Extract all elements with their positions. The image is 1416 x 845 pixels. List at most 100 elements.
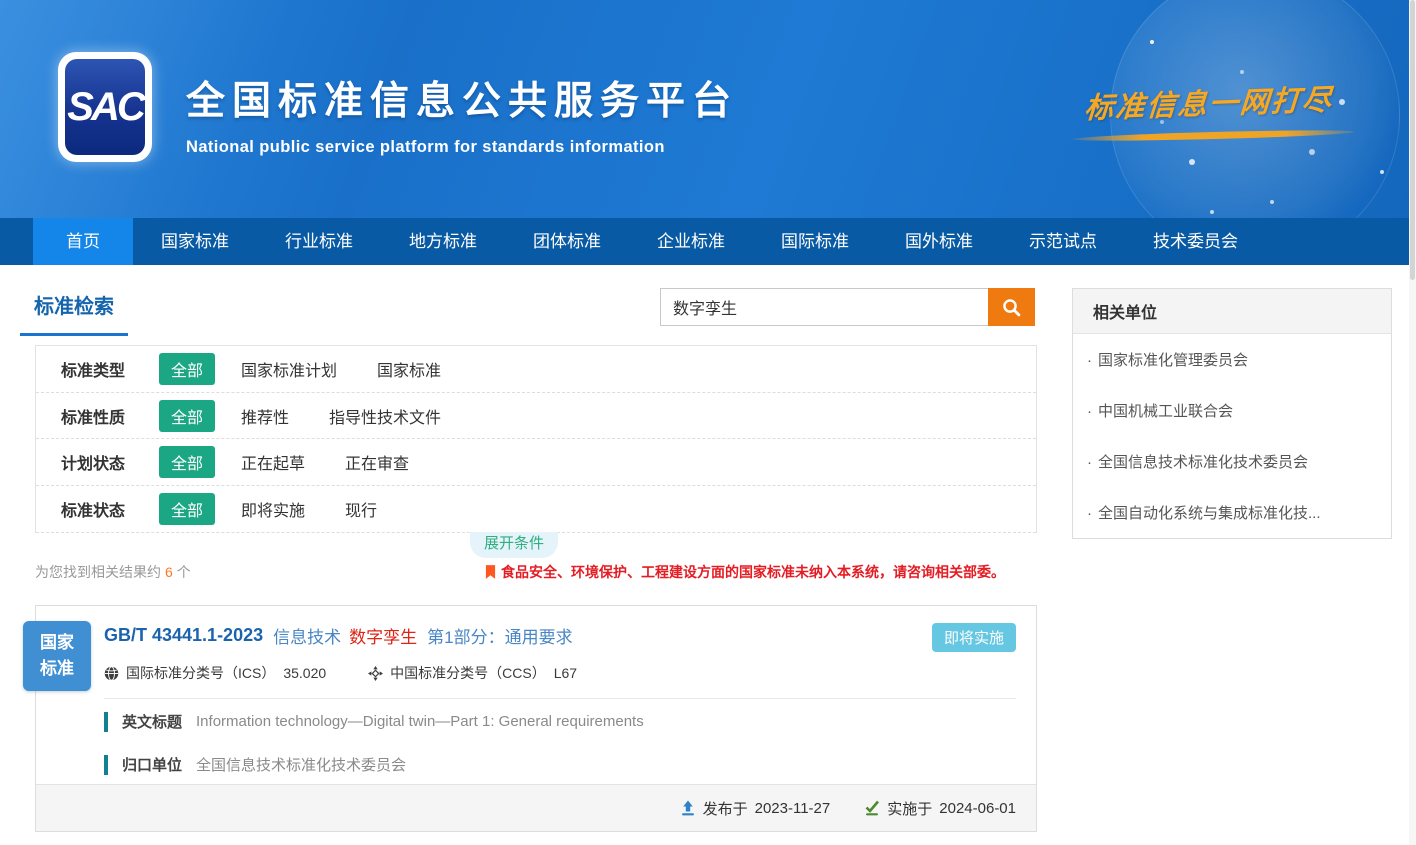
standard-title-highlight[interactable]: 数字孪生: [349, 623, 417, 648]
page: SAC 全国标准信息公共服务平台 National public service…: [0, 0, 1416, 845]
filter-option[interactable]: 国家标准: [377, 357, 441, 381]
system-notice: 食品安全、环境保护、工程建设方面的国家标准未纳入本系统，请咨询相关部委。: [485, 562, 1005, 582]
filter-option[interactable]: 现行: [345, 497, 377, 521]
sidebar-item-it-standardization-committee[interactable]: 全国信息技术标准化技术委员会: [1073, 436, 1391, 487]
detail-label: 英文标题: [122, 711, 182, 732]
filter-all-button[interactable]: 全部: [159, 400, 215, 432]
nav-item-national-standards[interactable]: 国家标准: [133, 218, 257, 265]
nav-item-technical-committee[interactable]: 技术委员会: [1125, 218, 1266, 265]
result-count: 为您找到相关结果约6个: [35, 562, 191, 582]
sidebar-item-automation-committee[interactable]: 全国自动化系统与集成标准化技...: [1073, 487, 1391, 538]
detail-label: 归口单位: [122, 754, 182, 775]
ccs-value: L67: [554, 665, 577, 681]
search-box: [660, 288, 1035, 326]
sac-logo-inner: SAC: [65, 59, 145, 155]
filter-option[interactable]: 即将实施: [241, 497, 305, 521]
search-input[interactable]: [660, 288, 988, 326]
filter-label: 标准类型: [61, 357, 146, 381]
filter-panel: 标准类型 全部 国家标准计划 国家标准 标准性质 全部 推荐性 指导性技术文件 …: [35, 345, 1037, 533]
filter-option[interactable]: 正在审查: [345, 450, 409, 474]
national-standard-badge: 国家 标准: [23, 621, 91, 691]
ics-value: 35.020: [283, 665, 326, 681]
standard-title-part[interactable]: 第1部分：通用要求: [427, 623, 572, 648]
sidebar-item-machinery-federation[interactable]: 中国机械工业联合会: [1073, 385, 1391, 436]
sidebar-item-sac[interactable]: 国家标准化管理委员会: [1073, 334, 1391, 385]
standard-result-card: 国家 标准 GB/T 43441.1-2023 信息技术 数字孪生 第1部分：通…: [35, 605, 1037, 832]
site-title: 全国标准信息公共服务平台: [186, 70, 738, 126]
standard-title-part[interactable]: 信息技术: [273, 623, 341, 648]
sac-logo-text: SAC: [67, 85, 142, 130]
standard-title-line: GB/T 43441.1-2023 信息技术 数字孪生 第1部分：通用要求: [104, 623, 1016, 648]
implemented-date: 2024-06-01: [939, 800, 1016, 817]
filter-option[interactable]: 推荐性: [241, 404, 289, 428]
sidebar-title: 相关单位: [1073, 289, 1391, 334]
main-nav-list: 首页 国家标准 行业标准 地方标准 团体标准 企业标准 国际标准 国外标准 示范…: [33, 218, 1409, 265]
expand-conditions-button[interactable]: 展开条件: [470, 532, 558, 558]
implement-check-icon: [864, 800, 880, 816]
ccs-label: 中国标准分类号（CCS）: [390, 663, 546, 683]
status-badge: 即将实施: [932, 623, 1016, 652]
search-icon: [1002, 298, 1021, 317]
filter-row-standard-type: 标准类型 全部 国家标准计划 国家标准: [36, 346, 1036, 393]
card-footer: 发布于 2023-11-27 实施于 2024-06-01: [36, 784, 1036, 831]
result-count-prefix: 为您找到相关结果约: [35, 564, 161, 580]
filter-row-plan-status: 计划状态 全部 正在起草 正在审查: [36, 439, 1036, 486]
site-subtitle: National public service platform for sta…: [186, 138, 738, 157]
nav-item-pilot[interactable]: 示范试点: [1001, 218, 1125, 265]
ics-label: 国际标准分类号（ICS）: [126, 663, 275, 683]
slogan: 标准信息一网打尽: [1085, 80, 1375, 139]
search-button[interactable]: [988, 288, 1035, 326]
filter-all-button[interactable]: 全部: [159, 493, 215, 525]
scrollbar-thumb[interactable]: [1410, 0, 1415, 280]
nav-item-group-standards[interactable]: 团体标准: [505, 218, 629, 265]
related-units-sidebar: 相关单位 国家标准化管理委员会 中国机械工业联合会 全国信息技术标准化技术委员会…: [1072, 288, 1392, 539]
detail-row-committee: 归口单位 全国信息技术标准化技术委员会: [104, 754, 1016, 775]
result-count-number: 6: [165, 564, 173, 580]
publish-upload-icon: [680, 800, 696, 816]
result-info-line: 为您找到相关结果约6个 食品安全、环境保护、工程建设方面的国家标准未纳入本系统，…: [35, 562, 1037, 582]
header-banner: SAC 全国标准信息公共服务平台 National public service…: [0, 0, 1409, 218]
implemented-label: 实施于: [887, 798, 932, 819]
standard-code-link[interactable]: GB/T 43441.1-2023: [104, 625, 263, 646]
result-count-suffix: 个: [177, 564, 191, 580]
nav-item-foreign-standards[interactable]: 国外标准: [877, 218, 1001, 265]
filter-label: 计划状态: [61, 450, 146, 474]
card-details: 英文标题 Information technology—Digital twin…: [36, 699, 1036, 775]
implemented-date-item: 实施于 2024-06-01: [864, 798, 1016, 819]
filter-option[interactable]: 正在起草: [241, 450, 305, 474]
filter-label: 标准状态: [61, 497, 146, 521]
tab-standard-search[interactable]: 标准检索: [20, 290, 128, 336]
filter-row-standard-status: 标准状态 全部 即将实施 现行: [36, 486, 1036, 533]
globe-dots-decoration: [1150, 40, 1154, 44]
system-notice-text: 食品安全、环境保护、工程建设方面的国家标准未纳入本系统，请咨询相关部委。: [501, 562, 1005, 582]
nav-item-local-standards[interactable]: 地方标准: [381, 218, 505, 265]
nav-item-enterprise-standards[interactable]: 企业标准: [629, 218, 753, 265]
filter-all-button[interactable]: 全部: [159, 353, 215, 385]
bookmark-icon: [485, 565, 496, 580]
detail-value: 全国信息技术标准化技术委员会: [196, 754, 406, 775]
slogan-text: 标准信息一网打尽: [1083, 75, 1377, 127]
filter-all-button[interactable]: 全部: [159, 446, 215, 478]
badge-line2: 标准: [40, 656, 74, 682]
classification-meta-line: 国际标准分类号（ICS） 35.020 中国标准分类号（CCS） L67: [104, 663, 1016, 699]
filter-label: 标准性质: [61, 404, 146, 428]
sac-logo[interactable]: SAC: [58, 52, 152, 162]
badge-line1: 国家: [40, 630, 74, 656]
ccs-compass-icon: [368, 666, 383, 681]
tab-standard-search-label: 标准检索: [34, 296, 114, 318]
nav-item-home[interactable]: 首页: [33, 218, 133, 265]
card-header: GB/T 43441.1-2023 信息技术 数字孪生 第1部分：通用要求 即将…: [36, 606, 1036, 699]
published-date-item: 发布于 2023-11-27: [680, 798, 831, 819]
nav-item-industry-standards[interactable]: 行业标准: [257, 218, 381, 265]
brand-block: 全国标准信息公共服务平台 National public service pla…: [186, 70, 738, 157]
page-scrollbar[interactable]: [1409, 0, 1416, 845]
teal-bar-decoration: [104, 712, 108, 732]
globe-icon: [104, 666, 119, 681]
detail-value: Information technology—Digital twin—Part…: [196, 713, 644, 730]
nav-item-international-standards[interactable]: 国际标准: [753, 218, 877, 265]
filter-option[interactable]: 指导性技术文件: [329, 404, 441, 428]
filter-option[interactable]: 国家标准计划: [241, 357, 337, 381]
published-label: 发布于: [703, 798, 748, 819]
filter-row-standard-nature: 标准性质 全部 推荐性 指导性技术文件: [36, 393, 1036, 440]
teal-bar-decoration: [104, 755, 108, 775]
